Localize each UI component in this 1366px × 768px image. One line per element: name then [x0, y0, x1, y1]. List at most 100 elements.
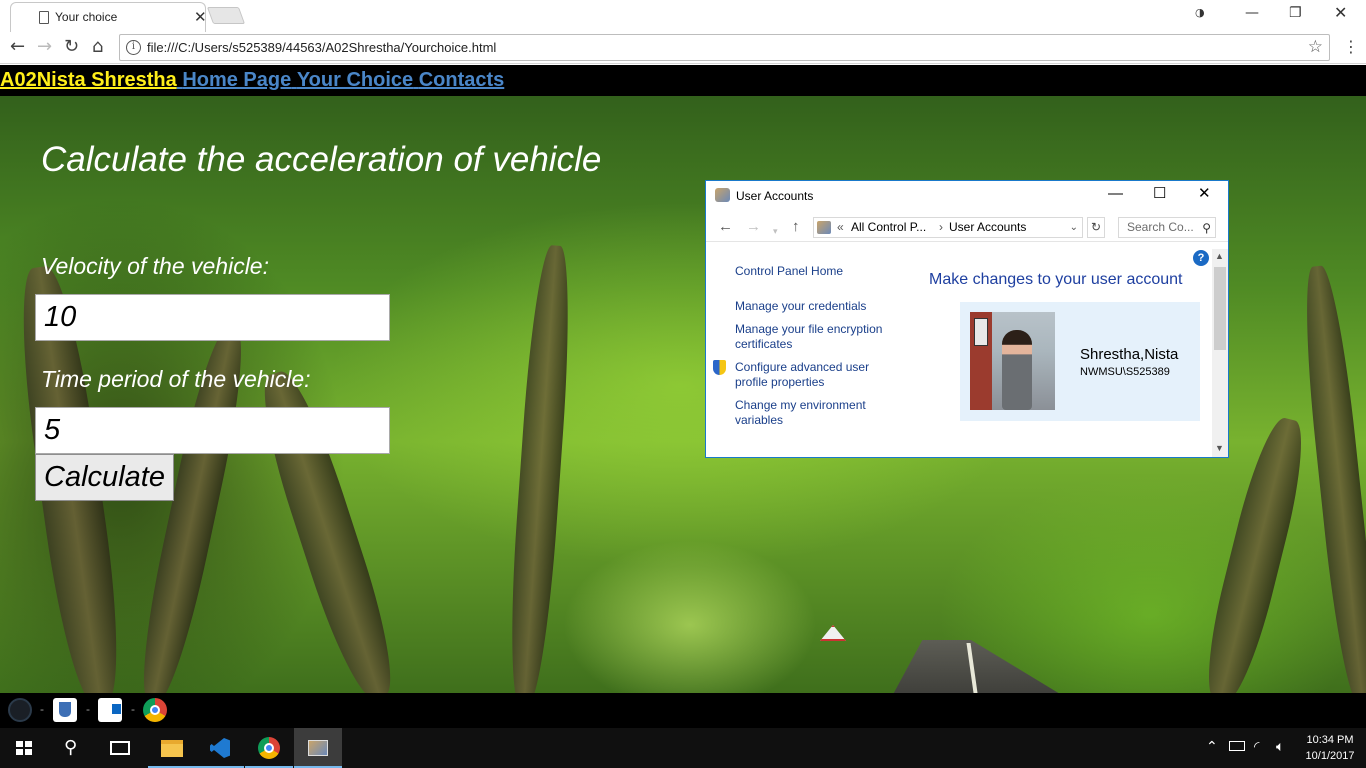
avatar [970, 312, 1055, 410]
user-card: Shrestha,Nista NWMSU\S525389 [960, 302, 1200, 421]
control-panel-home-link[interactable]: Control Panel Home [735, 264, 900, 279]
time-label: Time period of the vehicle: [41, 366, 311, 392]
ua-recent-icon[interactable]: ▾ [773, 223, 778, 239]
road-sign [820, 625, 846, 641]
search-icon: ⚲ [64, 737, 78, 758]
wifi-icon[interactable]: ◜ [1254, 738, 1259, 756]
ua-titlebar[interactable]: User Accounts — ☐ ✕ [706, 181, 1228, 211]
back-icon[interactable]: ← [10, 37, 25, 57]
scroll-thumb[interactable] [1214, 267, 1226, 350]
manage-credentials-link[interactable]: Manage your credentials [735, 299, 900, 314]
linkedin-icon[interactable] [98, 698, 122, 722]
ua-refresh-icon[interactable]: ↻ [1087, 217, 1105, 238]
browser-tabstrip: Your choice ✕ ◑ — ❐ ✕ [0, 0, 1366, 32]
menu-icon[interactable]: ⋮ [1343, 38, 1359, 56]
profile-icon[interactable]: ◑ [1195, 4, 1205, 22]
ua-minimize-icon[interactable]: — [1108, 185, 1123, 203]
address-bar[interactable]: i file:///C:/Users/s525389/44563/A02Shre… [119, 34, 1330, 61]
advanced-profile-link[interactable]: Configure advanced user profile properti… [735, 360, 900, 390]
user-accounts-taskbar-button[interactable] [294, 728, 342, 768]
github-icon[interactable] [8, 698, 32, 722]
chrome-icon [258, 737, 280, 759]
help-icon[interactable]: ? [1193, 250, 1209, 266]
velocity-label: Velocity of the vehicle: [41, 253, 269, 279]
ua-scrollbar[interactable]: ▲ ▼ [1212, 249, 1228, 457]
user-name: Shrestha,Nista [1080, 346, 1179, 363]
users-icon [715, 188, 730, 202]
control-panel-icon [817, 221, 831, 234]
ua-close-icon[interactable]: ✕ [1198, 185, 1211, 203]
html5-icon[interactable] [53, 698, 77, 722]
new-tab-button[interactable] [206, 7, 246, 24]
windows-icon [16, 741, 32, 755]
ua-forward-icon[interactable]: → [746, 219, 761, 235]
clock[interactable]: 10:34 PM 10/1/2017 [1300, 732, 1360, 764]
task-view-button[interactable] [96, 728, 144, 768]
ua-up-icon[interactable]: ↑ [792, 219, 800, 235]
environment-variables-link[interactable]: Change my environment variables [735, 398, 900, 428]
ua-title: User Accounts [736, 189, 814, 203]
site-nav: A02Nista Shrestha Home Page Your Choice … [0, 65, 1366, 96]
close-tab-icon[interactable]: ✕ [194, 8, 207, 26]
ua-address-row: ← → ▾ ↑ « All Control P... › User Accoun… [706, 214, 1228, 242]
road [890, 640, 1070, 693]
page-heading: Calculate the acceleration of vehicle [41, 140, 602, 179]
user-id: NWMSU\S525389 [1080, 366, 1170, 378]
url-text[interactable]: file:///C:/Users/s525389/44563/A02Shrest… [147, 40, 496, 55]
chrome-taskbar-button[interactable] [245, 728, 293, 768]
minimize-icon[interactable]: — [1245, 4, 1259, 22]
forward-icon[interactable]: → [37, 37, 52, 57]
file-encryption-link[interactable]: Manage your file encryption certificates [735, 322, 900, 352]
ua-search-placeholder: Search Co... [1127, 220, 1194, 234]
info-icon[interactable]: i [126, 40, 141, 55]
icon-strip: - - - [0, 693, 1366, 728]
volume-icon[interactable]: 🔈︎ [1276, 738, 1284, 756]
bookmark-star-icon[interactable]: ☆ [1308, 37, 1323, 57]
velocity-input[interactable]: 10 [35, 294, 390, 341]
scroll-up-icon[interactable]: ▲ [1215, 251, 1224, 261]
clock-time: 10:34 PM [1306, 734, 1354, 746]
ua-breadcrumb[interactable]: « All Control P... › User Accounts ⌄ [813, 217, 1083, 238]
task-view-icon [110, 741, 130, 755]
search-icon: ⚲ [1202, 221, 1211, 235]
time-input[interactable]: 5 [35, 407, 390, 454]
ua-search-input[interactable]: Search Co... ⚲ [1118, 217, 1216, 238]
brand-link[interactable]: A02Nista Shrestha [0, 69, 177, 91]
scroll-down-icon[interactable]: ▼ [1215, 443, 1224, 453]
battery-icon[interactable] [1229, 741, 1245, 751]
close-window-icon[interactable]: ✕ [1334, 4, 1347, 22]
reload-icon[interactable]: ↻ [64, 37, 79, 57]
chevron-up-icon[interactable]: ⌃ [1206, 738, 1218, 756]
control-panel-icon [308, 740, 328, 756]
browser-tab[interactable]: Your choice ✕ [10, 2, 207, 32]
user-accounts-window: User Accounts — ☐ ✕ ← → ▾ ↑ « All Contro… [705, 180, 1229, 458]
page-icon [39, 11, 49, 24]
avatar-bg-window [974, 318, 988, 346]
ua-maximize-icon[interactable]: ☐ [1153, 185, 1166, 203]
nav-your-choice[interactable]: Your Choice [297, 69, 413, 91]
breadcrumb-item[interactable]: User Accounts [949, 218, 1026, 237]
tree-trunk [504, 244, 576, 693]
start-button[interactable] [0, 728, 48, 768]
vscode-icon [210, 738, 230, 758]
clock-date: 10/1/2017 [1305, 750, 1355, 762]
tab-title: Your choice [55, 10, 118, 24]
chevron-down-icon[interactable]: ⌄ [1070, 218, 1078, 237]
ua-back-icon[interactable]: ← [718, 219, 733, 235]
file-explorer-button[interactable] [148, 728, 196, 768]
chevron-right-icon: › [939, 220, 943, 234]
breadcrumb-item[interactable]: All Control P... [851, 218, 926, 237]
separator: - [131, 702, 135, 716]
ua-heading: Make changes to your user account [929, 271, 1183, 288]
search-button[interactable]: ⚲ [48, 728, 96, 768]
chrome-icon[interactable] [143, 698, 167, 722]
avatar-person [1002, 330, 1032, 410]
vscode-button[interactable] [196, 728, 244, 768]
nav-home-page[interactable]: Home Page [182, 69, 291, 91]
breadcrumb-overflow-icon[interactable]: « [837, 218, 844, 237]
uac-shield-icon [713, 360, 726, 375]
calculate-button[interactable]: Calculate [35, 454, 174, 501]
restore-icon[interactable]: ❐ [1289, 4, 1302, 22]
home-icon[interactable]: ⌂ [92, 37, 103, 57]
nav-contacts[interactable]: Contacts [419, 69, 505, 91]
